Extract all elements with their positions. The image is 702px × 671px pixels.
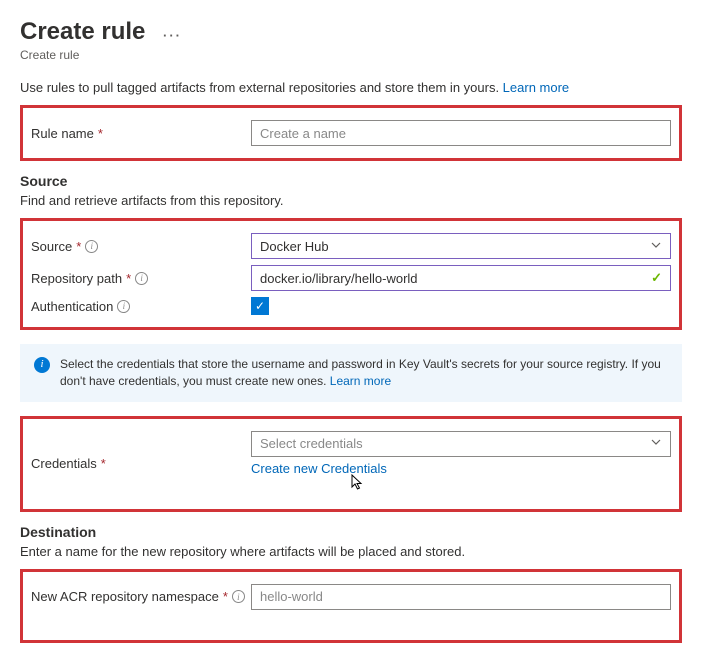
notice-learn-more-link[interactable]: Learn more [330, 374, 391, 388]
acr-namespace-label: New ACR repository namespace * i [31, 589, 251, 604]
page-title: Create rule [20, 18, 145, 46]
info-icon[interactable]: i [232, 590, 245, 603]
create-credentials-link[interactable]: Create new Credentials [251, 461, 387, 476]
info-icon[interactable]: i [117, 300, 130, 313]
highlight-rule-name: Rule name * [20, 105, 682, 161]
destination-section-desc: Enter a name for the new repository wher… [20, 544, 682, 559]
more-menu-icon[interactable]: ··· [163, 28, 182, 43]
info-icon: i [34, 357, 50, 373]
repo-path-input[interactable]: docker.io/library/hello-world ✓ [251, 265, 671, 291]
valid-check-icon: ✓ [651, 270, 662, 286]
source-label: Source * i [31, 239, 251, 254]
repo-path-label: Repository path * i [31, 271, 251, 286]
highlight-source: Source * i Docker Hub Repository path * … [20, 218, 682, 330]
intro-learn-more-link[interactable]: Learn more [503, 80, 569, 95]
authentication-checkbox[interactable]: ✓ [251, 297, 269, 315]
info-icon[interactable]: i [135, 272, 148, 285]
required-asterisk: * [98, 126, 103, 141]
intro-text: Use rules to pull tagged artifacts from … [20, 80, 682, 95]
credentials-info-notice: i Select the credentials that store the … [20, 344, 682, 402]
authentication-label: Authentication i [31, 299, 251, 314]
source-select[interactable]: Docker Hub [251, 233, 671, 259]
highlight-credentials: Credentials * Select credentials Create … [20, 416, 682, 512]
rule-name-label: Rule name * [31, 126, 251, 141]
credentials-select[interactable]: Select credentials [251, 431, 671, 457]
source-section-title: Source [20, 173, 682, 189]
highlight-destination: New ACR repository namespace * i [20, 569, 682, 643]
destination-section-title: Destination [20, 524, 682, 540]
source-section-desc: Find and retrieve artifacts from this re… [20, 193, 682, 208]
page-subtitle: Create rule [20, 48, 682, 62]
credentials-label: Credentials * [31, 456, 251, 471]
cursor-icon [351, 474, 365, 492]
chevron-down-icon [650, 436, 662, 451]
rule-name-input[interactable] [251, 120, 671, 146]
acr-namespace-input[interactable] [251, 584, 671, 610]
info-icon[interactable]: i [85, 240, 98, 253]
chevron-down-icon [650, 239, 662, 254]
